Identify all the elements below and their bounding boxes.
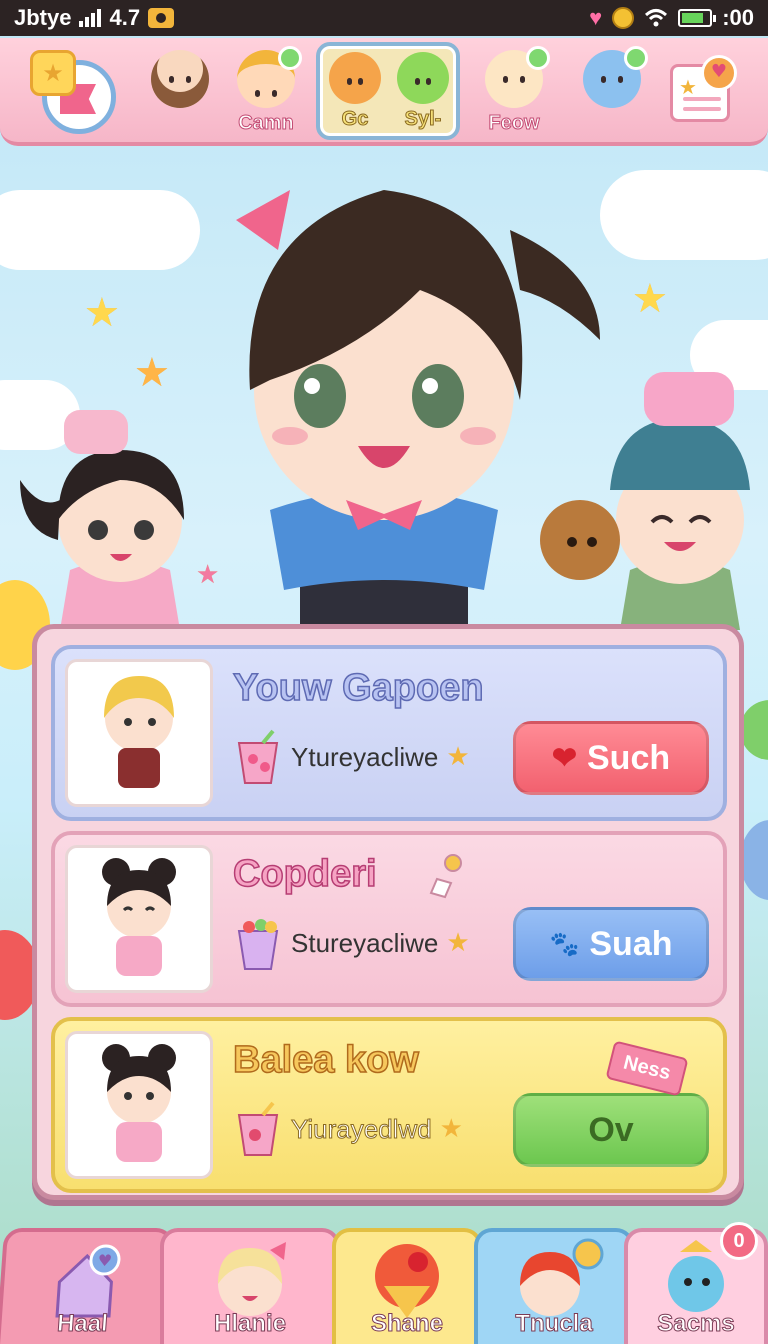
balloon [740, 820, 768, 900]
nav-tnucla[interactable]: Tnucla [474, 1228, 634, 1344]
nav-sacms[interactable]: Sacms 0 [624, 1222, 768, 1344]
bear-avatar-icon [329, 52, 381, 104]
item-subtitle-row: Ytureyacliwe ★ [233, 729, 470, 785]
item-subtitle-row: Stureyacliwe ★ [233, 915, 470, 971]
notes-button[interactable]: ★ ♥ [670, 55, 737, 122]
star-badge-icon: ★ [30, 50, 76, 96]
star-icon: ★ [439, 1114, 463, 1144]
blonde-character-image [104, 676, 174, 788]
notification-badge: 0 [720, 1222, 758, 1260]
coin-icon [612, 7, 635, 29]
item-name: Balea kow [232, 1038, 419, 1082]
quest-list-panel: Youw Gapoen Ytureyacliwe ★ ❤ Such Copder… [32, 624, 744, 1200]
character-slot-6[interactable] [572, 46, 652, 138]
battery-icon [678, 9, 717, 27]
home-emblem-button[interactable]: ★ [30, 50, 120, 134]
item-name: Copderi [232, 852, 377, 896]
nav-shane[interactable]: Shane [332, 1228, 482, 1344]
character-bar: ★ Camn Gc Syl- Feow ★ ♥ [0, 38, 768, 146]
online-dot-icon [624, 46, 648, 70]
list-item[interactable]: Youw Gapoen Ytureyacliwe ★ ❤ Such [51, 645, 727, 821]
frog-avatar-icon [397, 52, 449, 104]
right-kid-character [540, 372, 750, 630]
star-icon: ★ [446, 928, 470, 958]
nav-home[interactable]: ♥ Haal [0, 1228, 175, 1344]
note-line [683, 107, 721, 111]
svg-text:♥: ♥ [97, 1251, 113, 1270]
wifi-icon [645, 9, 668, 27]
new-tag-badge: Ness [605, 1040, 689, 1097]
star-icon: ★ [679, 75, 697, 99]
such-button[interactable]: ❤ Such [513, 721, 709, 795]
item-name: Youw Gapoen [232, 666, 484, 710]
status-bar: Jbtye 4.7 ♥ :00 [0, 0, 768, 36]
pencil-edit-icon[interactable] [427, 853, 463, 899]
character-thumbnail [65, 845, 213, 993]
hearts-icon: ❤ [551, 741, 577, 775]
star-icon: ★ [446, 742, 470, 772]
carrier-label: Jbtye [14, 5, 72, 30]
character-slot-gc[interactable]: Gc [322, 48, 388, 140]
girl-avatar-icon [151, 50, 209, 108]
drink-cup-icon [237, 729, 279, 784]
bottom-nav: ♥ Haal Hlanie Shane Tnucla Sacms 0 [0, 1212, 768, 1344]
hero-scene: ★ ★ ★ ★ [0, 150, 768, 630]
character-thumbnail [65, 1031, 213, 1179]
drink-cup-icon [237, 1101, 279, 1156]
character-slot-selected[interactable]: Gc Syl- [316, 42, 460, 140]
bun-girl-character-image [102, 858, 176, 976]
left-girl-character [20, 410, 184, 630]
signal-icon [79, 9, 102, 27]
network-label: 4.7 [109, 5, 141, 30]
character-slot-syl[interactable]: Syl- [390, 48, 456, 140]
list-item[interactable]: Copderi Stureyacliwe ★ 🐾 Suah [51, 831, 727, 1007]
character-slot-1[interactable] [140, 46, 220, 138]
nav-hanie[interactable]: Hlanie [160, 1228, 340, 1344]
hero-characters [20, 190, 750, 630]
character-thumbnail [65, 659, 213, 807]
character-slot-camn[interactable]: Camn [226, 46, 306, 138]
character-slot-feow[interactable]: Feow [474, 46, 554, 138]
online-dot-icon [526, 46, 550, 70]
camera-icon [148, 8, 175, 28]
list-item[interactable]: Balea kow Yiurayedlwd ★ Ov Ness [51, 1017, 727, 1193]
fruit-cup-icon [237, 919, 279, 970]
item-subtitle-row: Yiurayedlwd ★ [233, 1101, 463, 1157]
pin-heart-icon: ♥ [701, 55, 737, 91]
suah-button[interactable]: 🐾 Suah [513, 907, 709, 981]
heart-icon: ♥ [589, 5, 603, 30]
bun-girl-character-image [102, 1044, 176, 1162]
bush [740, 700, 768, 760]
ov-button[interactable]: Ov [513, 1093, 709, 1167]
clock: :00 [722, 5, 754, 30]
main-girl-character [236, 190, 600, 630]
online-dot-icon [278, 46, 302, 70]
note-line [683, 97, 721, 101]
pets-icon: 🐾 [549, 930, 580, 958]
